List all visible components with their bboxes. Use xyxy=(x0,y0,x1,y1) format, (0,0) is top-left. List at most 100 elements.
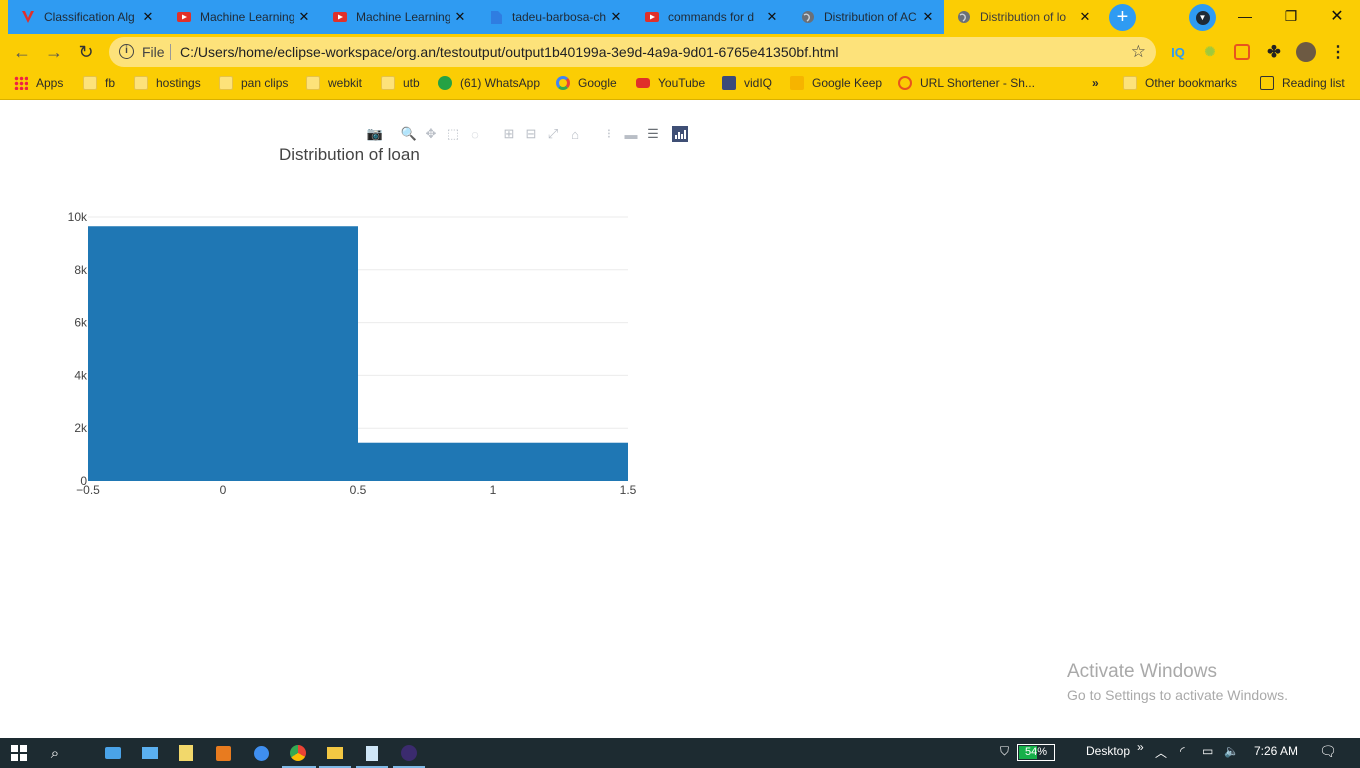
power-icon[interactable]: ▭ xyxy=(1202,744,1213,758)
zoom-icon[interactable]: 🔍 xyxy=(398,125,420,143)
hover-closest-icon[interactable]: ▬ xyxy=(620,125,642,143)
bookmark-item[interactable]: fb xyxy=(83,76,115,90)
spikelines-icon[interactable]: ⁝ xyxy=(598,125,620,143)
tab-search-button[interactable]: ▼ xyxy=(1189,4,1216,31)
this-pc-icon[interactable] xyxy=(139,742,161,764)
bookmarks-overflow-button[interactable]: » xyxy=(1092,76,1099,90)
lasso-select-icon[interactable]: ◌ xyxy=(464,125,486,143)
folder-icon xyxy=(134,76,148,90)
tab-4[interactable]: commands for d ✕ xyxy=(632,0,788,34)
save-extension-icon[interactable] xyxy=(1232,42,1252,62)
address-bar[interactable]: i File C:/Users/home/eclipse-workspace/o… xyxy=(109,37,1156,67)
tab-6-active[interactable]: Distribution of lo ✕ xyxy=(944,0,1101,34)
divider xyxy=(170,44,171,60)
url-text[interactable]: C:/Users/home/eclipse-workspace/org.an/t… xyxy=(180,44,838,60)
clock[interactable]: 7:26 AM xyxy=(1254,744,1298,758)
new-tab-button[interactable]: + xyxy=(1109,4,1136,31)
kolourpaint-icon[interactable] xyxy=(250,742,272,764)
more-menu-icon[interactable]: ⋮ xyxy=(1328,42,1348,62)
bookmark-star-icon[interactable]: ☆ xyxy=(1131,42,1146,62)
close-icon[interactable]: ✕ xyxy=(138,9,158,25)
close-icon[interactable]: ✕ xyxy=(294,9,314,25)
file-explorer-icon[interactable] xyxy=(324,742,346,764)
desktop-toolbar-chevron[interactable]: » xyxy=(1137,740,1144,754)
bookmark-item[interactable]: YouTube xyxy=(636,76,705,90)
info-icon[interactable]: i xyxy=(119,44,134,59)
bookmark-item[interactable]: utb xyxy=(381,76,420,90)
x-tick-labels: −0.5 0 0.5 1 1.5 xyxy=(76,483,637,497)
close-icon[interactable]: ✕ xyxy=(606,9,626,25)
zoom-in-icon[interactable]: ⊞ xyxy=(498,125,520,143)
plotly-logo-icon[interactable] xyxy=(672,126,688,142)
vidiq-extension-icon[interactable]: IQ xyxy=(1168,42,1188,62)
wifi-icon[interactable]: ◜ xyxy=(1180,744,1185,758)
bookmark-item[interactable]: pan clips xyxy=(219,76,288,90)
bookmark-item[interactable]: vidIQ xyxy=(722,76,772,90)
camera-icon[interactable]: 📷 xyxy=(364,125,386,143)
bookmark-item[interactable]: Google Keep xyxy=(790,76,882,90)
search-icon[interactable]: ⌕ xyxy=(44,742,66,764)
pan-icon[interactable]: ✥ xyxy=(420,125,442,143)
close-icon[interactable]: ✕ xyxy=(450,9,470,25)
task-view-icon[interactable] xyxy=(102,742,124,764)
close-icon[interactable]: ✕ xyxy=(762,9,782,25)
bookmark-item[interactable]: webkit xyxy=(306,76,362,90)
eclipse-icon[interactable] xyxy=(398,742,420,764)
histogram-bar[interactable] xyxy=(358,442,628,481)
hover-compare-icon[interactable]: ☰ xyxy=(642,125,664,143)
reading-list-button[interactable]: Reading list xyxy=(1260,76,1345,90)
whatsapp-icon xyxy=(438,76,452,90)
puzzle-extensions-icon[interactable]: ✤ xyxy=(1264,42,1284,62)
x-tick-label: −0.5 xyxy=(76,483,100,497)
notepad-icon[interactable] xyxy=(175,742,197,764)
tab-5[interactable]: Distribution of AC ✕ xyxy=(788,0,944,34)
tab-2[interactable]: Machine Learning ✕ xyxy=(320,0,476,34)
globe-icon xyxy=(956,9,972,25)
sublime-icon[interactable] xyxy=(212,742,234,764)
volume-icon[interactable]: 🔈 xyxy=(1224,744,1239,758)
reload-button[interactable]: ↻ xyxy=(72,38,100,66)
bookmark-item[interactable]: Google xyxy=(556,76,617,90)
tab-0[interactable]: Classification Alg ✕ xyxy=(8,0,164,34)
bookmark-item[interactable]: hostings xyxy=(134,76,201,90)
bookmark-other[interactable]: Other bookmarks xyxy=(1123,76,1237,90)
shield-icon[interactable]: ⛉ xyxy=(1000,744,1009,759)
tab-title: Distribution of AC xyxy=(824,10,917,24)
bookmark-item[interactable]: (61) WhatsApp xyxy=(438,76,540,90)
chevron-up-icon[interactable]: ︿ xyxy=(1155,744,1167,761)
zoom-out-icon[interactable]: ⊟ xyxy=(520,125,542,143)
restore-button[interactable]: ❐ xyxy=(1268,0,1314,32)
tab-1[interactable]: Machine Learning ✕ xyxy=(164,0,320,34)
close-window-button[interactable]: ✕ xyxy=(1314,0,1360,32)
bookmark-label: Google xyxy=(578,76,617,90)
vivaldi-icon xyxy=(20,9,36,25)
desktop-toolbar[interactable]: Desktop xyxy=(1086,744,1130,758)
chrome-icon[interactable] xyxy=(287,742,309,764)
autoscale-icon[interactable]: ⤢ xyxy=(542,125,564,143)
bookmark-apps[interactable]: Apps xyxy=(14,76,63,90)
minimize-button[interactable]: — xyxy=(1222,0,1268,32)
watermark-subtitle: Go to Settings to activate Windows. xyxy=(1067,687,1288,703)
url-shortener-icon xyxy=(898,76,912,90)
back-button[interactable]: ← xyxy=(8,38,36,66)
bookmark-item[interactable]: URL Shortener - Sh... xyxy=(898,76,1035,90)
sun-extension-icon[interactable]: ✺ xyxy=(1200,42,1220,62)
forward-button[interactable]: → xyxy=(40,38,68,66)
profile-avatar[interactable] xyxy=(1296,42,1316,62)
reset-axes-icon[interactable]: ⌂ xyxy=(564,125,586,143)
tab-3[interactable]: tadeu-barbosa-ch ✕ xyxy=(476,0,632,34)
close-icon[interactable]: ✕ xyxy=(918,9,938,25)
tab-strip: Classification Alg ✕ Machine Learning ✕ … xyxy=(0,0,1360,34)
notifications-icon[interactable]: 🗨 xyxy=(1319,743,1337,760)
box-select-icon[interactable]: ⬚ xyxy=(442,125,464,143)
histogram-chart[interactable]: 0 2k 4k 6k 8k 10k −0.5 0 0.5 1 1.5 xyxy=(60,201,660,501)
tab-title: Distribution of lo xyxy=(980,10,1067,24)
chart-title: Distribution of loan xyxy=(279,145,420,164)
globe-icon xyxy=(800,9,816,25)
notes-icon[interactable] xyxy=(361,742,383,764)
histogram-bar[interactable] xyxy=(88,226,358,481)
windows-start-icon[interactable] xyxy=(8,742,30,764)
close-icon[interactable]: ✕ xyxy=(1075,9,1095,25)
battery-indicator[interactable]: 54% xyxy=(1017,744,1055,761)
bookmark-label: Google Keep xyxy=(812,76,883,90)
